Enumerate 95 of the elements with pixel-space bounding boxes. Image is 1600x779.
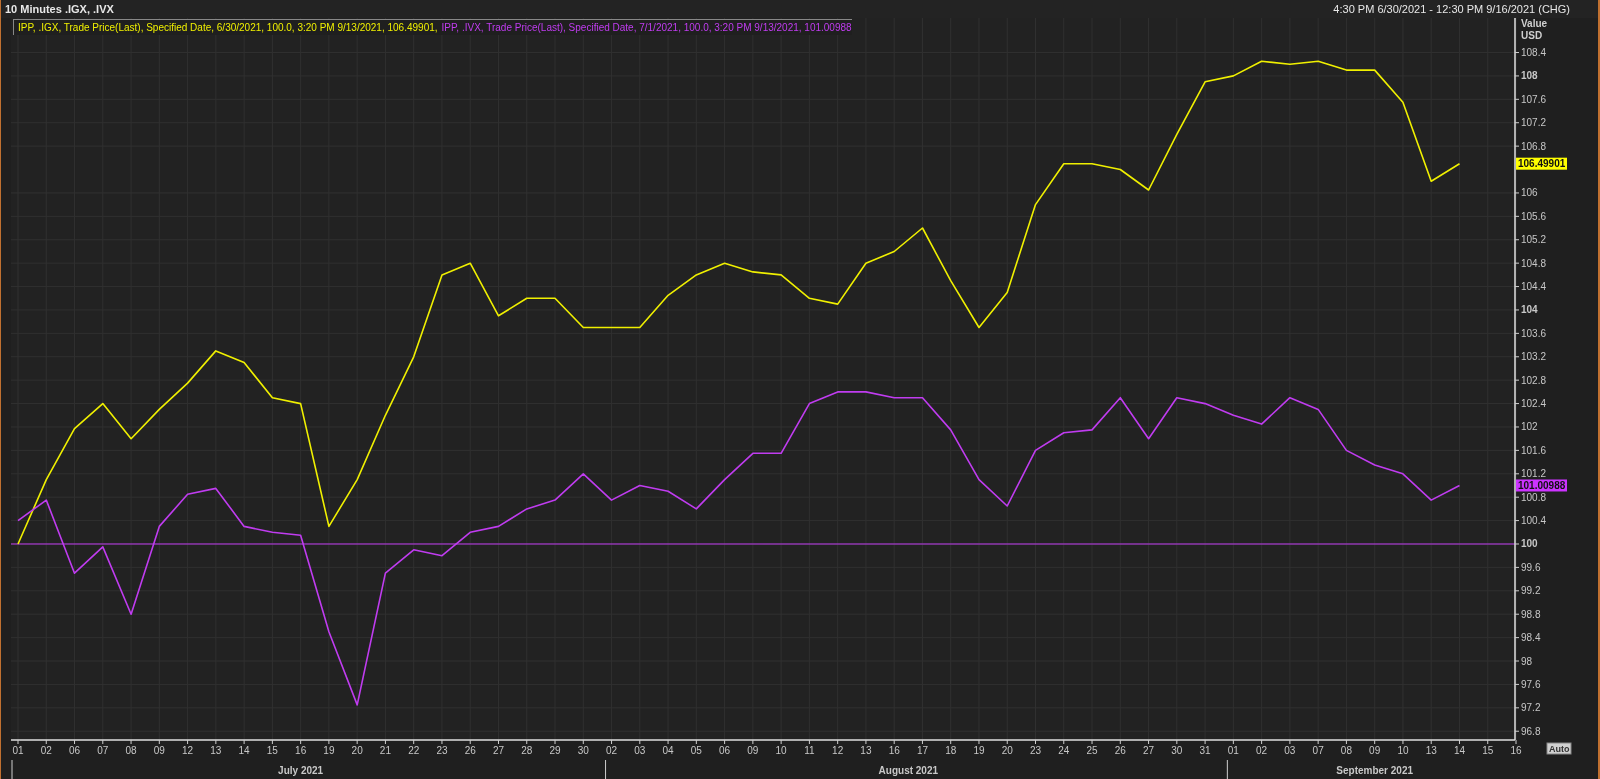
x-tick-label: 12 <box>182 745 194 756</box>
last-value-badge: 101.00988 <box>1516 479 1567 492</box>
y-tick-label: 108 <box>1521 70 1538 82</box>
x-tick-label: 08 <box>125 745 137 756</box>
x-tick-label: 04 <box>662 745 674 756</box>
legend-entry: IPP, .IGX, Trade Price(Last), Specified Date, 6/30/2021, 100.0, 3:20 PM 9/13/2021, 106.49901, <box>18 21 438 35</box>
auto-button[interactable]: Auto <box>1546 742 1572 755</box>
x-tick-label: 30 <box>577 745 589 756</box>
y-tick-label: 104.8 <box>1521 257 1547 269</box>
x-tick-label: 09 <box>747 745 759 756</box>
x-tick-label: 13 <box>860 745 872 756</box>
x-tick-label: 17 <box>916 745 928 756</box>
x-tick-label: 09 <box>153 745 165 756</box>
x-tick-label: 10 <box>775 745 787 756</box>
x-tick-label: 11 <box>804 745 815 756</box>
y-tick-label: 98.8 <box>1521 608 1541 620</box>
x-tick-label: 26 <box>1114 745 1126 756</box>
x-tick-label: 26 <box>464 745 476 756</box>
y-tick-label: 107.2 <box>1521 117 1547 129</box>
y-tick-label: 108.4 <box>1521 47 1547 58</box>
x-tick-label: 10 <box>1397 745 1409 756</box>
y-tick-label: 107.6 <box>1521 93 1547 105</box>
x-tick-label: 12 <box>832 745 844 756</box>
x-tick-label: 20 <box>1001 745 1013 756</box>
x-tick-label: 06 <box>68 745 81 756</box>
y-tick-label: 101.2 <box>1521 468 1547 480</box>
x-tick-label: 09 <box>1369 745 1381 756</box>
y-tick-label: 96.8 <box>1521 725 1541 737</box>
x-tick-label: 01 <box>12 745 24 756</box>
y-tick-label: 103.2 <box>1521 351 1547 363</box>
y-tick-label: 98 <box>1521 655 1533 667</box>
x-tick-label: 03 <box>634 745 646 756</box>
x-tick-label: 25 <box>1086 745 1098 756</box>
y-tick-label: 100.8 <box>1521 491 1547 503</box>
y-tick-label: 102.8 <box>1521 374 1547 386</box>
x-tick-label: 05 <box>690 745 702 756</box>
x-tick-label: 14 <box>1453 745 1466 756</box>
x-tick-label: 28 <box>521 745 533 756</box>
x-tick-label: 18 <box>945 745 957 756</box>
x-tick-label: 29 <box>549 745 561 756</box>
x-tick-label: 21 <box>379 745 391 756</box>
y-tick-label: 103.6 <box>1521 327 1547 339</box>
y-tick-label: 97.2 <box>1521 702 1541 714</box>
x-tick-label: 20 <box>351 745 363 756</box>
y-tick-label: 97.6 <box>1521 678 1541 690</box>
y-tick-label: 104 <box>1521 304 1538 316</box>
month-label: September 2021 <box>1336 765 1414 776</box>
y-tick-label: 102.4 <box>1521 398 1547 410</box>
y-tick-label: 106.8 <box>1521 140 1547 152</box>
x-tick-label: 01 <box>1227 745 1239 756</box>
y-tick-label: 104.4 <box>1521 281 1547 293</box>
y-tick-label: 102 <box>1521 421 1538 433</box>
chart-title: 10 Minutes .IGX, .IVX <box>5 1 114 17</box>
y-tick-label: 98.4 <box>1521 632 1541 644</box>
last-value-badge: 106.49901 <box>1516 157 1567 170</box>
x-tick-label: 02 <box>40 745 52 756</box>
y-tick-label: 100 <box>1521 538 1538 550</box>
x-tick-label: 23 <box>436 745 448 756</box>
x-tick-label: 27 <box>1143 745 1155 756</box>
x-tick-label: 13 <box>210 745 222 756</box>
x-tick-label: 07 <box>97 745 109 756</box>
x-tick-label: 27 <box>492 745 505 756</box>
month-label: July 2021 <box>278 765 324 776</box>
axis-unit: USD <box>1521 30 1543 41</box>
x-tick-label: 19 <box>973 745 985 756</box>
x-tick-label: 08 <box>1340 745 1352 756</box>
legend-entry: IPP, .IVX, Trade Price(Last), Specified Date, 7/1/2021, 100.0, 3:20 PM 9/13/2021, 101.00988 <box>441 21 852 35</box>
x-tick-label: 03 <box>1284 745 1296 756</box>
x-tick-label: 30 <box>1171 745 1183 756</box>
x-tick-label: 02 <box>1256 745 1268 756</box>
y-tick-label: 99.6 <box>1521 561 1541 573</box>
x-tick-label: 15 <box>1482 745 1494 756</box>
x-tick-label: 31 <box>1199 745 1211 756</box>
y-tick-label: 106 <box>1521 187 1538 199</box>
x-tick-label: 23 <box>1029 745 1042 756</box>
month-label: August 2021 <box>878 765 939 776</box>
y-tick-label: 101.6 <box>1521 444 1547 456</box>
x-tick-label: 02 <box>606 745 618 756</box>
axis-title: Value <box>1521 18 1548 29</box>
x-tick-label: 07 <box>1312 745 1324 756</box>
x-tick-label: 13 <box>1425 745 1437 756</box>
x-tick-label: 22 <box>408 745 420 756</box>
x-tick-label: 15 <box>266 745 278 756</box>
date-range: 4:30 PM 6/30/2021 - 12:30 PM 9/16/2021 (CHG) <box>1333 1 1571 17</box>
x-tick-label: 16 <box>295 745 307 756</box>
x-tick-label: 06 <box>719 745 731 756</box>
x-tick-label: 14 <box>238 745 250 756</box>
x-tick-label: 16 <box>888 745 900 756</box>
y-tick-label: 105.6 <box>1521 210 1547 222</box>
y-tick-label: 100.4 <box>1521 515 1547 527</box>
x-tick-label: 19 <box>323 745 335 756</box>
y-tick-label: 99.2 <box>1521 585 1541 597</box>
x-tick-label: 16 <box>1510 745 1522 756</box>
x-tick-label: 24 <box>1058 745 1070 756</box>
y-tick-label: 105.2 <box>1521 234 1547 246</box>
